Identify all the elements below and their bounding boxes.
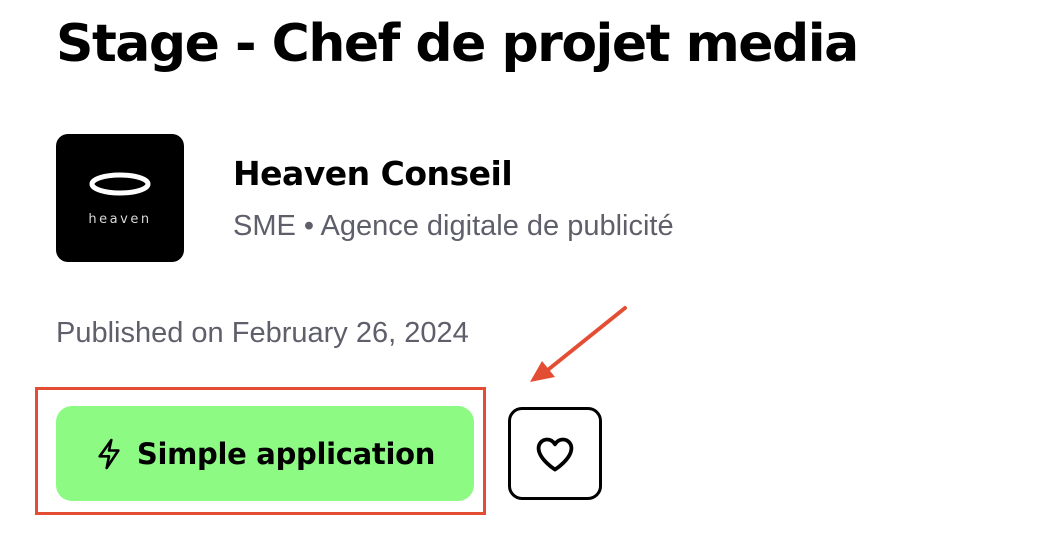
simple-application-label: Simple application — [136, 436, 436, 471]
lightning-bolt-icon — [95, 437, 123, 471]
company-name[interactable]: Heaven Conseil — [233, 152, 513, 196]
annotation-arrow-icon — [530, 306, 627, 382]
logo-wordmark: heaven — [88, 212, 152, 227]
company-logo[interactable]: heaven — [56, 134, 184, 262]
favorite-button[interactable] — [508, 407, 602, 500]
simple-application-button[interactable]: Simple application — [56, 406, 474, 501]
company-meta: SME • Agence digitale de publicité — [233, 210, 674, 242]
heart-icon — [536, 437, 574, 471]
published-date: Published on February 26, 2024 — [56, 317, 469, 349]
halo-icon — [89, 172, 151, 196]
job-title: Stage - Chef de projet media — [56, 14, 859, 74]
